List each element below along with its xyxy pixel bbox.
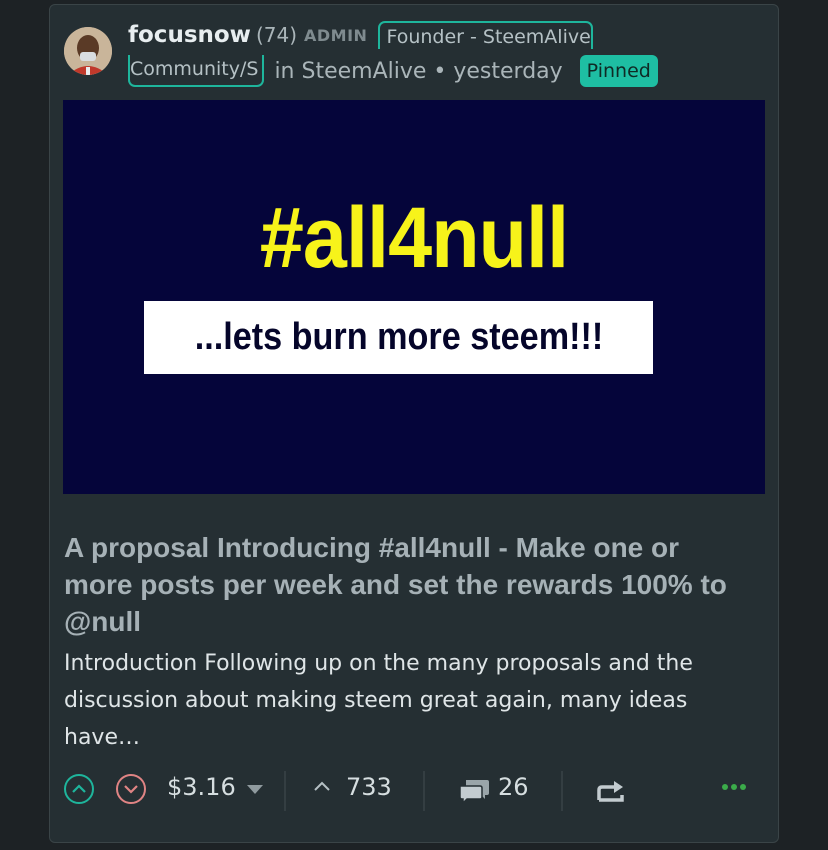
post-thumbnail[interactable]: #all4null ...lets burn more steem!!! (63, 100, 765, 494)
comments-count[interactable]: 26 (498, 773, 529, 801)
author-title-badge-continued: Community/S (128, 55, 265, 87)
votes-count[interactable]: 733 (346, 773, 392, 801)
more-icon[interactable] (721, 783, 747, 791)
votes-chevron-icon (314, 781, 330, 791)
caret-down-icon[interactable] (247, 785, 263, 794)
avatar[interactable] (64, 27, 112, 75)
comments-icon[interactable] (458, 778, 490, 804)
author-title-badge: Founder - SteemAlive (378, 21, 593, 49)
payout-value[interactable]: $3.16 (167, 773, 236, 801)
upvote-icon (72, 784, 86, 793)
reblog-icon[interactable] (596, 780, 626, 804)
banner-subtitle-box: ...lets burn more steem!!! (144, 301, 653, 374)
divider (561, 771, 563, 811)
community-and-time[interactable]: in SteemAlive • yesterday (274, 59, 562, 84)
downvote-button[interactable] (116, 774, 146, 804)
author-reputation: (74) (255, 23, 297, 47)
post-header: focusnow (74) ADMIN Founder - SteemAlive… (128, 17, 768, 89)
author-name[interactable]: focusnow (128, 22, 251, 48)
banner-hashtag: #all4null (259, 190, 569, 286)
post-footer: $3.16 733 26 (64, 771, 764, 811)
downvote-icon (124, 785, 138, 794)
post-title[interactable]: A proposal Introducing #all4null - Make … (64, 529, 754, 640)
upvote-button[interactable] (64, 774, 94, 804)
banner-subtitle: ...lets burn more steem!!! (194, 316, 603, 358)
divider (423, 771, 425, 811)
divider (284, 771, 286, 811)
post-card: focusnow (74) ADMIN Founder - SteemAlive… (49, 4, 779, 843)
role-badge: ADMIN (304, 25, 368, 45)
pinned-badge: Pinned (579, 55, 658, 87)
post-excerpt[interactable]: Introduction Following up on the many pr… (64, 645, 754, 756)
